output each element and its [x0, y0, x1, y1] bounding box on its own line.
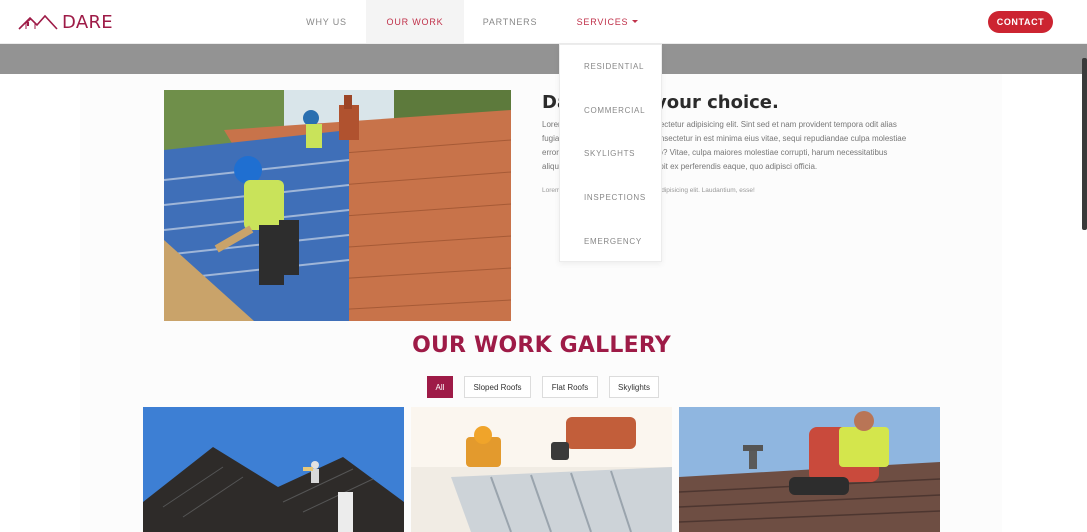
- nav-our-work[interactable]: OUR WORK: [366, 0, 464, 43]
- contact-button[interactable]: CONTACT: [988, 11, 1053, 33]
- gallery-filters: All Sloped Roofs Flat Roofs Skylights: [427, 376, 670, 398]
- nav-services[interactable]: SERVICES: [556, 0, 659, 43]
- filter-skylights-button[interactable]: Skylights: [609, 376, 659, 398]
- nav-services-label: SERVICES: [576, 16, 629, 27]
- brand-logo[interactable]: DARE: [18, 9, 113, 35]
- dropdown-item-commercial[interactable]: COMMERCIAL: [560, 89, 661, 133]
- roofer-hero-image: [164, 90, 511, 321]
- filter-all-button[interactable]: All: [427, 376, 453, 398]
- gallery-item-flat-roof[interactable]: [411, 407, 672, 532]
- services-dropdown: RESIDENTIAL COMMERCIAL SKYLIGHTS INSPECT…: [559, 44, 662, 262]
- dropdown-item-emergency[interactable]: EMERGENCY: [560, 219, 661, 263]
- navbar: DARE WHY US OUR WORK PARTNERS SERVICES C…: [0, 0, 1087, 44]
- dropdown-item-inspections[interactable]: INSPECTIONS: [560, 176, 661, 220]
- main-nav: WHY US OUR WORK PARTNERS SERVICES: [287, 0, 659, 43]
- roof-logo-icon: [18, 14, 58, 30]
- gallery-item-sloped-roof[interactable]: [143, 407, 404, 532]
- brand-name: DARE: [62, 11, 113, 33]
- page-banner-band: [0, 44, 1087, 74]
- gallery-item-shingle-roof[interactable]: [679, 407, 940, 532]
- dropdown-item-skylights[interactable]: SKYLIGHTS: [560, 132, 661, 176]
- gallery-title: OUR WORK GALLERY: [412, 333, 671, 358]
- dropdown-item-residential[interactable]: RESIDENTIAL: [560, 45, 661, 89]
- scrollbar-thumb[interactable]: [1082, 58, 1087, 230]
- filter-sloped-roofs-button[interactable]: Sloped Roofs: [464, 376, 531, 398]
- nav-partners[interactable]: PARTNERS: [464, 0, 556, 43]
- caret-down-icon: [632, 20, 639, 23]
- filter-flat-roofs-button[interactable]: Flat Roofs: [542, 376, 598, 398]
- nav-why-us[interactable]: WHY US: [287, 0, 366, 43]
